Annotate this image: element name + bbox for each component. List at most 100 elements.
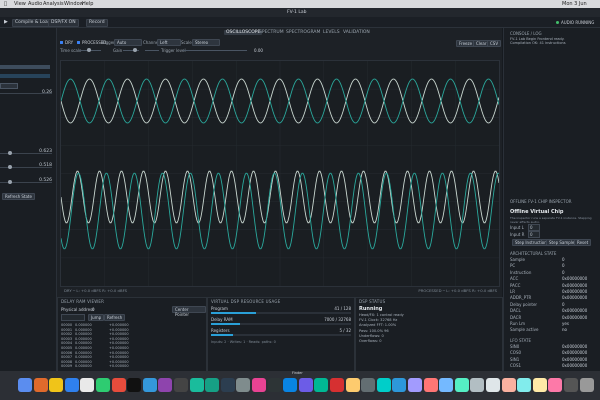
tab-levels[interactable]: LEVELS bbox=[321, 30, 342, 35]
jump-button[interactable]: Jump bbox=[88, 314, 105, 321]
dock-app-icon[interactable] bbox=[298, 378, 313, 392]
menu-view[interactable]: View bbox=[14, 1, 26, 7]
oscilloscope-plot[interactable]: DRY ─ L: +0.0 dBFS R: +0.0 dBFS PROCESSE… bbox=[60, 60, 500, 293]
scale-select[interactable]: Stereo bbox=[192, 39, 220, 46]
delay-ram-label: Delay RAM bbox=[211, 317, 233, 322]
virtual-chip-desc: The inspector runs a separate FV-1 insta… bbox=[510, 216, 592, 224]
input-l-field[interactable]: 0 bbox=[528, 224, 540, 231]
reset-button[interactable]: Reset bbox=[574, 239, 592, 246]
dock-app-icon[interactable] bbox=[517, 378, 532, 392]
step-instruction-button[interactable]: Step Instruction bbox=[512, 239, 550, 246]
menu-analysis[interactable]: Analysis bbox=[43, 1, 64, 7]
dock-app-icon[interactable] bbox=[158, 378, 173, 392]
refresh-button[interactable]: Refresh bbox=[104, 314, 126, 321]
state-key: Sample bbox=[510, 257, 525, 262]
state-key: Instruction bbox=[510, 269, 532, 275]
state-key: PC bbox=[510, 263, 516, 269]
row-addr: 00005 bbox=[61, 346, 73, 350]
dock-app-icon[interactable] bbox=[189, 378, 204, 392]
state-value: 0x00000000 bbox=[562, 344, 588, 349]
slider-knob-2[interactable] bbox=[8, 151, 12, 155]
row-value: 0.000000 bbox=[75, 323, 92, 327]
record-button[interactable]: Record bbox=[86, 19, 108, 27]
dock-app-icon[interactable] bbox=[267, 378, 282, 392]
dock-app-icon[interactable] bbox=[283, 378, 298, 392]
center-pointer-button[interactable]: Center Pointer bbox=[172, 306, 206, 317]
address-input[interactable] bbox=[61, 314, 85, 321]
menu-help[interactable]: Help bbox=[82, 1, 93, 7]
dock-app-icon[interactable] bbox=[501, 378, 516, 392]
gain-knob[interactable] bbox=[133, 48, 137, 52]
dock-app-icon[interactable] bbox=[345, 378, 360, 392]
dock-app-icon[interactable] bbox=[579, 378, 594, 392]
dock-app-icon[interactable] bbox=[18, 378, 32, 392]
param-bar-2[interactable] bbox=[0, 74, 50, 78]
menu-audio[interactable]: Audio bbox=[28, 1, 42, 7]
resource-panel: VIRTUAL DSP RESOURCE USAGE Program 41 / … bbox=[207, 297, 355, 373]
virtual-chip-title: Offline Virtual Chip bbox=[510, 209, 564, 215]
level-slider[interactable] bbox=[145, 50, 159, 51]
dock-app-icon[interactable] bbox=[314, 378, 329, 392]
dock-app-icon[interactable] bbox=[220, 378, 235, 392]
timescale-knob[interactable] bbox=[87, 48, 91, 52]
param-field[interactable] bbox=[0, 83, 18, 89]
dock-app-icon[interactable] bbox=[439, 378, 454, 392]
dock-app-icon[interactable] bbox=[252, 378, 266, 392]
dock-app-icon[interactable] bbox=[376, 378, 391, 392]
dock-app-icon[interactable] bbox=[205, 378, 220, 392]
slider-value-4: 0.526 bbox=[39, 178, 52, 183]
slider-value-1: 0.26 bbox=[41, 90, 52, 95]
trigger-select[interactable]: Auto bbox=[114, 39, 142, 46]
menu-window[interactable]: Window bbox=[64, 1, 84, 7]
dsp-line: Underflows: 0 bbox=[359, 333, 384, 338]
dock-app-icon[interactable] bbox=[236, 378, 251, 392]
state-value: 0 bbox=[562, 269, 565, 275]
dsp-toggle-button[interactable]: DSP/FX ON bbox=[48, 19, 79, 27]
play-icon[interactable]: ▶ bbox=[4, 19, 8, 25]
param-bar-1[interactable] bbox=[0, 65, 50, 69]
dock-app-icon[interactable] bbox=[111, 378, 126, 392]
row-addr: 00001 bbox=[61, 327, 73, 332]
dsp-title: DSP STATUS bbox=[359, 299, 386, 304]
apple-icon[interactable]:  bbox=[4, 1, 7, 7]
input-r-field[interactable]: 0 bbox=[528, 231, 540, 238]
tab-spectrum[interactable]: SPECTRUM bbox=[257, 30, 286, 35]
dock-app-icon[interactable] bbox=[392, 378, 407, 392]
dock-app-icon[interactable] bbox=[142, 378, 157, 392]
dock-app-icon[interactable] bbox=[80, 378, 95, 392]
dock-app-icon[interactable] bbox=[408, 378, 422, 392]
dock-app-icon[interactable] bbox=[127, 378, 142, 392]
dock-app-icon[interactable] bbox=[486, 378, 500, 392]
dock-app-icon[interactable] bbox=[548, 378, 563, 392]
csv-button[interactable]: CSV bbox=[487, 40, 502, 47]
state-value: 0x00000000 bbox=[562, 356, 588, 362]
processed-checkbox[interactable] bbox=[77, 41, 80, 44]
dock-app-icon[interactable] bbox=[454, 378, 469, 392]
input-l-value: 0 bbox=[530, 225, 533, 230]
tab-spectrogram[interactable]: SPECTROGRAM bbox=[284, 30, 322, 35]
dock-app-icon[interactable] bbox=[49, 378, 64, 392]
dsp-line: Pass: 100.0% 96 bbox=[359, 328, 389, 333]
dock-app-icon[interactable] bbox=[423, 378, 438, 392]
refresh-state-button[interactable]: Refresh State bbox=[2, 193, 35, 200]
dock-app-icon[interactable] bbox=[330, 378, 344, 392]
dock-app-icon[interactable] bbox=[174, 378, 188, 392]
console-line-2: Compilation OK: 41 instructions bbox=[510, 41, 566, 45]
dry-checkbox[interactable] bbox=[60, 41, 63, 44]
dock-app-icon[interactable] bbox=[96, 378, 110, 392]
dock-app-icon[interactable] bbox=[532, 378, 547, 392]
state-value: 0 bbox=[562, 301, 565, 307]
tab-validation[interactable]: VALIDATION bbox=[341, 30, 372, 35]
trigger-level-slider[interactable] bbox=[183, 50, 247, 51]
dsp-status-panel: DSP STATUS Running Head/FX: 1 control re… bbox=[355, 297, 503, 373]
dock-app-icon[interactable] bbox=[564, 378, 578, 392]
step-sample-button[interactable]: Step Sample bbox=[546, 239, 578, 246]
dock-app-icon[interactable] bbox=[361, 378, 376, 392]
row-addr: 00003 bbox=[61, 336, 73, 341]
dock-app-icon[interactable] bbox=[33, 378, 48, 392]
slider-knob-4[interactable] bbox=[8, 180, 12, 184]
dock-app-icon[interactable] bbox=[470, 378, 485, 392]
dock-app-icon[interactable] bbox=[64, 378, 79, 392]
slider-knob-3[interactable] bbox=[8, 165, 12, 169]
channel-select[interactable]: Left bbox=[157, 39, 181, 46]
